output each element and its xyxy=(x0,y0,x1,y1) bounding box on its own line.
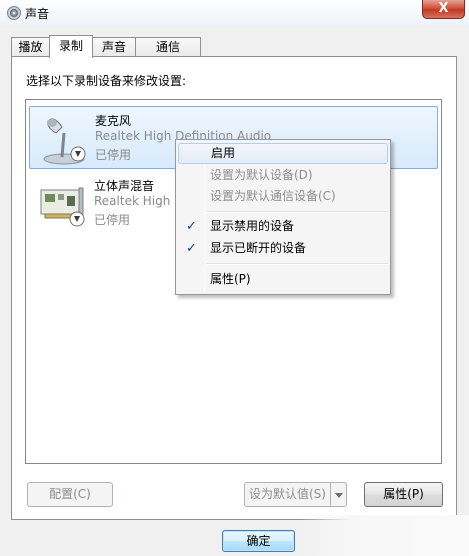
blurred-area xyxy=(300,515,469,556)
device-status: 已停用 xyxy=(94,213,131,227)
device-name: 立体声混音 xyxy=(94,179,155,193)
menu-item-set-default-communication-device[interactable]: 设置为默认通信设备(C) xyxy=(178,186,388,207)
context-menu: 启用 设置为默认设备(D) 设置为默认通信设备(C) ✓ 显示禁用的设备 ✓ 显… xyxy=(175,139,391,295)
title-bar: 声音 X xyxy=(0,0,469,26)
menu-item-label: 启用 xyxy=(211,146,236,160)
tab-recording[interactable]: 录制 xyxy=(49,35,93,58)
tab-sounds[interactable]: 声音 xyxy=(92,37,136,57)
set-default-button[interactable]: 设为默认值(S) xyxy=(244,482,331,507)
menu-item-label: 显示已断开的设备 xyxy=(210,241,307,255)
tab-playback[interactable]: 播放 xyxy=(11,37,50,57)
device-name: 麦克风 xyxy=(95,114,132,128)
device-description: Realtek High D xyxy=(94,194,184,208)
menu-item-properties[interactable]: 属性(P) xyxy=(178,269,388,290)
checkmark-icon: ✓ xyxy=(186,219,197,234)
configure-button[interactable]: 配置(C) xyxy=(27,482,113,507)
set-default-dropdown-icon[interactable] xyxy=(330,482,347,507)
menu-item-enable[interactable]: 启用 xyxy=(178,143,388,164)
menu-item-show-disabled-devices[interactable]: ✓ 显示禁用的设备 xyxy=(178,216,388,237)
tab-communications[interactable]: 通信 xyxy=(135,37,201,57)
menu-item-show-disconnected-devices[interactable]: ✓ 显示已断开的设备 xyxy=(178,238,388,259)
window-title: 声音 xyxy=(25,7,50,21)
properties-button[interactable]: 属性(P) xyxy=(364,482,443,507)
microphone-icon xyxy=(43,118,86,165)
menu-separator xyxy=(207,211,388,213)
menu-item-set-default-device[interactable]: 设置为默认设备(D) xyxy=(178,165,388,186)
close-button[interactable]: X xyxy=(422,0,465,19)
instruction-text: 选择以下录制设备来修改设置: xyxy=(26,74,187,88)
ok-button[interactable]: 确定 xyxy=(222,530,295,552)
checkmark-icon: ✓ xyxy=(186,241,197,256)
menu-item-label: 设置为默认设备(D) xyxy=(210,168,313,182)
device-status: 已停用 xyxy=(95,148,132,162)
menu-item-label: 属性(P) xyxy=(210,272,251,286)
menu-item-label: 显示禁用的设备 xyxy=(210,219,295,233)
menu-separator xyxy=(207,263,388,265)
speaker-icon xyxy=(7,6,21,20)
sound-card-icon xyxy=(40,187,85,227)
menu-item-label: 设置为默认通信设备(C) xyxy=(210,189,336,203)
